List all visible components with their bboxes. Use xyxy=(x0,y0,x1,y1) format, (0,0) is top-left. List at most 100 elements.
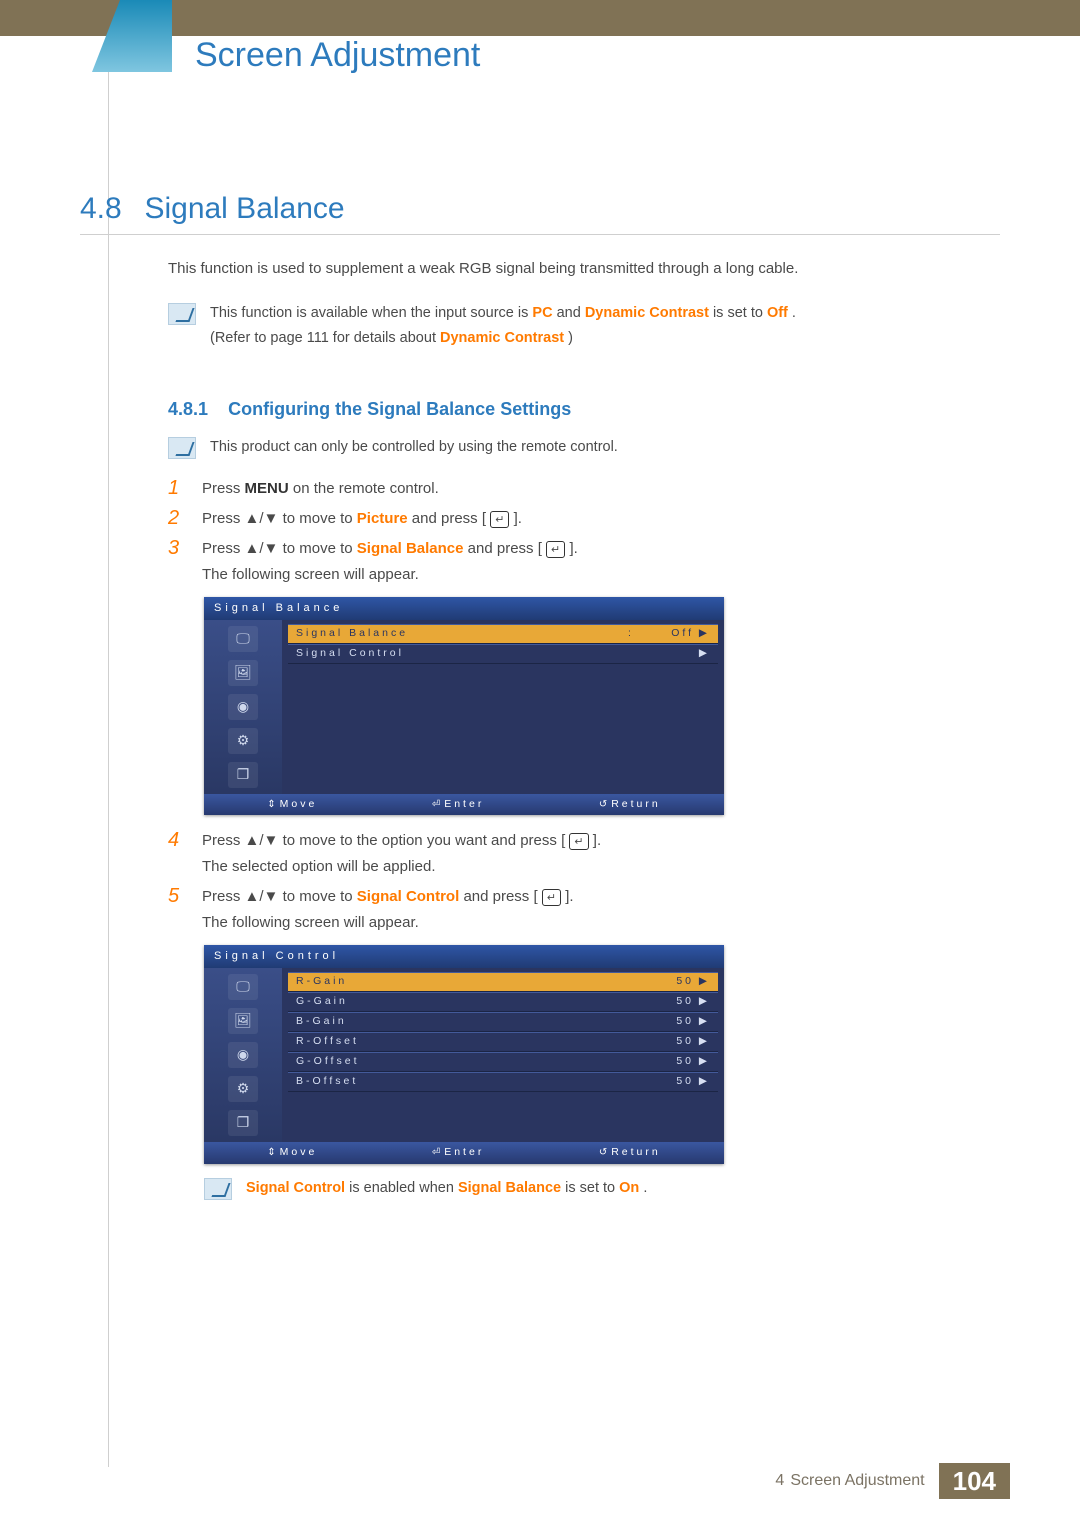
image-icon: 🖼 xyxy=(228,660,258,686)
step-number: 2 xyxy=(168,507,188,529)
picture-icon: 🖵 xyxy=(228,626,258,652)
em-off: Off xyxy=(767,305,788,321)
osd-row-value: 50 xyxy=(638,1054,698,1070)
t: (Refer to page 111 for details about xyxy=(210,330,440,346)
note-enable: Signal Control is enabled when Signal Ba… xyxy=(204,1178,950,1200)
t: This function is available when the inpu… xyxy=(210,305,532,321)
multi-icon: ❐ xyxy=(228,762,258,788)
osd-row-signal-balance[interactable]: Signal Balance : Off ▶ xyxy=(288,624,718,644)
osd-row-label: Signal Balance xyxy=(296,626,624,642)
osd-row-label: B-Gain xyxy=(296,1014,638,1030)
osd-row-value: 50 xyxy=(638,1074,698,1090)
note-availability: This function is available when the inpu… xyxy=(168,303,950,351)
osd-signal-balance: Signal Balance 🖵 🖼 ◉ ⚙ ❐ Signal Balance … xyxy=(204,597,724,815)
note-remote: This product can only be controlled by u… xyxy=(168,437,950,459)
step-5: 5 Press ▲/▼ to move to Signal Control an… xyxy=(168,885,950,935)
osd-main: Signal Balance : Off ▶ Signal Control ▶ xyxy=(282,620,724,794)
step-text: Press ▲/▼ to move to Signal Control and … xyxy=(202,885,950,935)
osd-sidebar: 🖵 🖼 ◉ ⚙ ❐ xyxy=(204,620,282,794)
osd-row-r-gain[interactable]: R-Gain 50 ▶ xyxy=(288,972,718,992)
t: ]. xyxy=(565,888,573,905)
target-picture: Picture xyxy=(357,510,408,527)
page-number: 104 xyxy=(939,1463,1010,1499)
t: and xyxy=(557,305,585,321)
em-dc: Dynamic Contrast xyxy=(585,305,709,321)
t: Press xyxy=(202,510,245,527)
osd-row-label: G-Gain xyxy=(296,994,638,1010)
t: Press xyxy=(202,480,245,497)
osd-signal-control: Signal Control 🖵 🖼 ◉ ⚙ ❐ R-Gain 50 ▶ xyxy=(204,945,724,1163)
osd-empty xyxy=(288,1092,718,1114)
disc-icon: ◉ xyxy=(228,1042,258,1068)
osd-row-label: B-Offset xyxy=(296,1074,638,1090)
chevron-right-icon: ▶ xyxy=(698,626,710,642)
osd-hint-enter: Enter xyxy=(432,1145,485,1161)
page: Screen Adjustment 4.8 Signal Balance Thi… xyxy=(0,0,1080,1527)
osd-body: 🖵 🖼 ◉ ⚙ ❐ R-Gain 50 ▶ G-Gain 50 ▶ xyxy=(204,968,724,1142)
osd-main: R-Gain 50 ▶ G-Gain 50 ▶ B-Gain 50 ▶ xyxy=(282,968,724,1142)
t: to move to xyxy=(283,510,357,527)
t: and press [ xyxy=(412,510,486,527)
target-signal-control: Signal Control xyxy=(357,888,460,905)
arrow-keys-icon: ▲/▼ xyxy=(245,510,279,527)
gear-icon: ⚙ xyxy=(228,1076,258,1102)
section-number: 4.8 xyxy=(80,192,140,226)
osd-row-label: R-Gain xyxy=(296,974,638,990)
note-icon xyxy=(168,437,196,459)
picture-icon: 🖵 xyxy=(228,974,258,1000)
chevron-right-icon: ▶ xyxy=(698,994,710,1010)
t: to move to the option you want and press… xyxy=(283,832,566,849)
osd-row-g-offset[interactable]: G-Offset 50 ▶ xyxy=(288,1052,718,1072)
chevron-right-icon: ▶ xyxy=(698,1014,710,1030)
step-text: Press ▲/▼ to move to Picture and press [… xyxy=(202,507,950,531)
em-dc2: Dynamic Contrast xyxy=(440,330,564,346)
osd-title: Signal Control xyxy=(204,945,724,968)
t: ]. xyxy=(593,832,601,849)
osd-row-colon: : xyxy=(624,626,638,642)
section-heading: 4.8 Signal Balance xyxy=(80,192,345,226)
arrow-keys-icon: ▲/▼ xyxy=(245,832,279,849)
step-2: 2 Press ▲/▼ to move to Picture and press… xyxy=(168,507,950,531)
osd-row-b-offset[interactable]: B-Offset 50 ▶ xyxy=(288,1072,718,1092)
note-text: This product can only be controlled by u… xyxy=(210,437,950,459)
step-number: 5 xyxy=(168,885,188,907)
footer-label: 4 Screen Adjustment xyxy=(761,1463,938,1499)
target-signal-balance: Signal Balance xyxy=(357,540,464,557)
t: on the remote control. xyxy=(293,480,439,497)
osd-row-value: 50 xyxy=(638,1014,698,1030)
t: ]. xyxy=(514,510,522,527)
multi-icon: ❐ xyxy=(228,1110,258,1136)
step-1: 1 Press MENU on the remote control. xyxy=(168,477,950,501)
section-title: Signal Balance xyxy=(144,192,344,226)
step-cont: The following screen will appear. xyxy=(202,563,950,587)
chevron-right-icon: ▶ xyxy=(698,974,710,990)
arrow-keys-icon: ▲/▼ xyxy=(245,540,279,557)
osd-row-value: Off xyxy=(638,626,698,642)
t: ) xyxy=(568,330,573,346)
step-text: Press ▲/▼ to move to the option you want… xyxy=(202,829,950,879)
arrow-keys-icon: ▲/▼ xyxy=(245,888,279,905)
osd-row-r-offset[interactable]: R-Offset 50 ▶ xyxy=(288,1032,718,1052)
osd-row-signal-control[interactable]: Signal Control ▶ xyxy=(288,644,718,664)
side-rule xyxy=(108,36,109,1467)
menu-key: MENU xyxy=(245,480,289,497)
step-text: Press ▲/▼ to move to Signal Balance and … xyxy=(202,537,950,587)
osd-sidebar: 🖵 🖼 ◉ ⚙ ❐ xyxy=(204,968,282,1142)
t: Press xyxy=(202,888,245,905)
osd-row-label: Signal Control xyxy=(296,646,624,662)
osd-row-g-gain[interactable]: G-Gain 50 ▶ xyxy=(288,992,718,1012)
osd-row-label: R-Offset xyxy=(296,1034,638,1050)
t: . xyxy=(792,305,796,321)
disc-icon: ◉ xyxy=(228,694,258,720)
footer-chapter-title: Screen Adjustment xyxy=(790,1472,924,1490)
osd-footer: Move Enter Return xyxy=(204,1142,724,1164)
t: is enabled when xyxy=(349,1180,458,1196)
osd-row-label: G-Offset xyxy=(296,1054,638,1070)
osd-hint-return: Return xyxy=(599,1145,661,1161)
em-pc: PC xyxy=(532,305,552,321)
osd-row-b-gain[interactable]: B-Gain 50 ▶ xyxy=(288,1012,718,1032)
osd-row-value: 50 xyxy=(638,974,698,990)
section-underline xyxy=(80,234,1000,235)
step-number: 3 xyxy=(168,537,188,559)
t: and press [ xyxy=(468,540,542,557)
